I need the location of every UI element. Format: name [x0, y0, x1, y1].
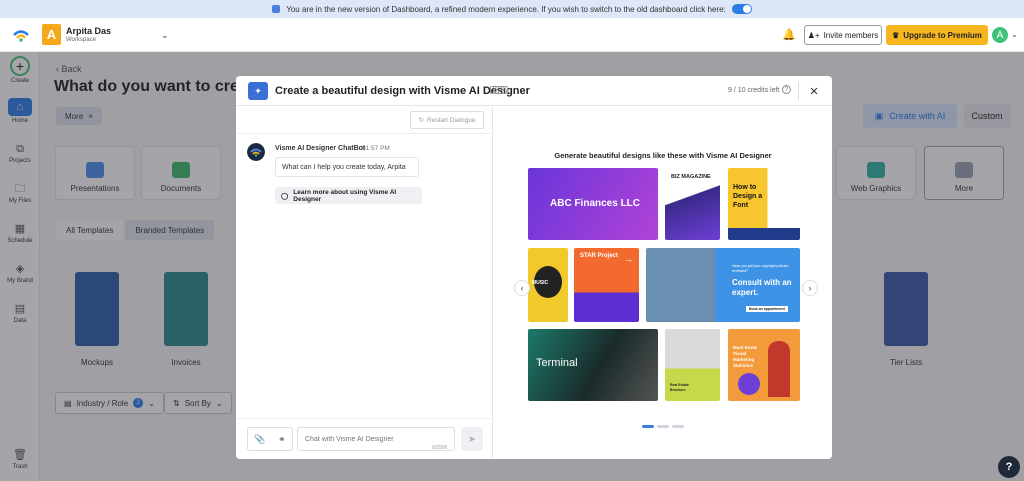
learn-more-label: Learn more about using Visme AI Designer: [293, 188, 397, 203]
add-user-icon: ♟+: [807, 30, 820, 40]
tile-button-label: Book an appointment: [746, 306, 788, 312]
example-tile-abc-finances[interactable]: ABC Finances LLC: [528, 168, 658, 240]
bell-icon[interactable]: 🔔: [782, 28, 796, 41]
visme-logo-icon[interactable]: [12, 27, 30, 43]
learn-more-button[interactable]: ◯ Learn more about using Visme AI Design…: [275, 187, 422, 204]
chatbot-avatar-icon: [247, 143, 265, 161]
user-avatar[interactable]: A: [992, 27, 1008, 43]
workspace-chevron-down-icon[interactable]: ⌄: [161, 30, 169, 41]
example-tile-real-estate[interactable]: Real Estate Brochure: [665, 329, 720, 401]
link-icon[interactable]: ⚭: [278, 434, 286, 445]
chatbot-name: Visme AI Designer ChatBot: [275, 145, 366, 152]
pagination-dot[interactable]: [672, 425, 684, 428]
tile-title: Real Estate Brochure: [670, 383, 689, 392]
attachment-controls: 📎 ⚭: [247, 427, 293, 451]
header-divider: [798, 82, 799, 100]
tile-title: Terminal: [536, 357, 578, 369]
workspace-name[interactable]: Arpita Das: [66, 26, 111, 36]
tile-title: Consult with an expert.: [732, 278, 792, 297]
chat-pane: ↻ Restart Dialogue Visme AI Designer Cha…: [236, 107, 493, 459]
example-tile-star-project[interactable]: STAR Project →: [574, 248, 639, 322]
version-banner: You are in the new version of Dashboard,…: [0, 0, 1024, 18]
upgrade-label: Upgrade to Premium: [903, 30, 982, 40]
divider: [236, 133, 493, 134]
info-icon: [272, 5, 281, 13]
example-tile-terminal[interactable]: Terminal: [528, 329, 658, 401]
divider: [236, 418, 493, 419]
restart-dialogue-button[interactable]: ↻ Restart Dialogue: [410, 111, 484, 129]
help-button[interactable]: ?: [998, 456, 1020, 478]
tile-title: STAR Project: [580, 253, 618, 259]
ai-designer-modal: ✦ Create a beautiful design with Visme A…: [236, 76, 832, 459]
upgrade-premium-button[interactable]: ♛ Upgrade to Premium: [886, 25, 988, 45]
example-tile-marketing-stats[interactable]: Must Know Visual Marketing Statistics: [728, 329, 800, 401]
character-count: 0/2500: [432, 445, 448, 451]
banner-text: You are in the new version of Dashboard,…: [286, 4, 726, 14]
tile-title: MUSIC: [532, 280, 549, 286]
example-tile-music[interactable]: MUSIC: [528, 248, 568, 322]
workspace-label: Workspace: [66, 37, 96, 43]
close-modal-button[interactable]: ×: [806, 82, 822, 100]
gallery-heading: Generate beautiful designs like these wi…: [554, 151, 772, 160]
gallery-prev-button[interactable]: ‹: [514, 280, 530, 296]
restart-icon: ↻: [418, 117, 425, 124]
gallery-pagination: [642, 425, 684, 428]
invite-members-button[interactable]: ♟+ Invite members: [804, 25, 882, 45]
lightbulb-icon: ◯: [281, 192, 289, 200]
decorative-circle: [738, 373, 760, 395]
restart-label: Restart Dialogue: [427, 116, 476, 124]
gallery-next-button[interactable]: ›: [802, 280, 818, 296]
dashboard-version-toggle[interactable]: [731, 4, 752, 14]
example-tile-consult[interactable]: Have you got your copyright policies rev…: [646, 248, 800, 322]
chatbot-message: What can I help you create today, Arpita: [275, 157, 419, 177]
top-bar: A Arpita Das Workspace ⌄ 🔔 ♟+ Invite mem…: [0, 18, 1024, 52]
arrow-right-icon: →: [624, 254, 633, 264]
example-tile-biz-magazine[interactable]: BIZ MAGAZINE: [665, 168, 720, 240]
user-chevron-down-icon[interactable]: ⌄: [1011, 30, 1018, 39]
message-timestamp: 01:57 PM: [362, 145, 390, 152]
tile-title: Must Know Visual Marketing Statistics: [733, 345, 757, 368]
tile-title: ABC Finances LLC: [550, 198, 641, 209]
invite-members-label: Invite members: [823, 30, 879, 40]
tile-title: BIZ MAGAZINE: [671, 174, 711, 180]
tile-subtitle: Have you got your copyright policies rev…: [732, 264, 789, 273]
modal-header: ✦ Create a beautiful design with Visme A…: [236, 76, 832, 106]
crown-icon: ♛: [892, 30, 900, 40]
pagination-dot[interactable]: [642, 425, 654, 428]
ai-designer-icon: ✦: [248, 82, 268, 100]
pagination-dot[interactable]: [657, 425, 669, 428]
example-gallery: Generate beautiful designs like these wi…: [494, 107, 832, 459]
send-button[interactable]: ➤: [461, 427, 483, 451]
person-image: [768, 341, 790, 397]
paperclip-icon[interactable]: 📎: [254, 434, 265, 445]
beta-badge: Beta: [490, 86, 509, 94]
example-tile-design-font[interactable]: How to Design a Font: [728, 168, 800, 240]
tile-title: How to Design a Font: [733, 184, 763, 209]
tile-footer: [728, 228, 800, 240]
credits-left: 9 / 10 credits left: [728, 87, 780, 94]
question-icon[interactable]: ?: [782, 85, 791, 94]
workspace-avatar[interactable]: A: [42, 24, 61, 45]
